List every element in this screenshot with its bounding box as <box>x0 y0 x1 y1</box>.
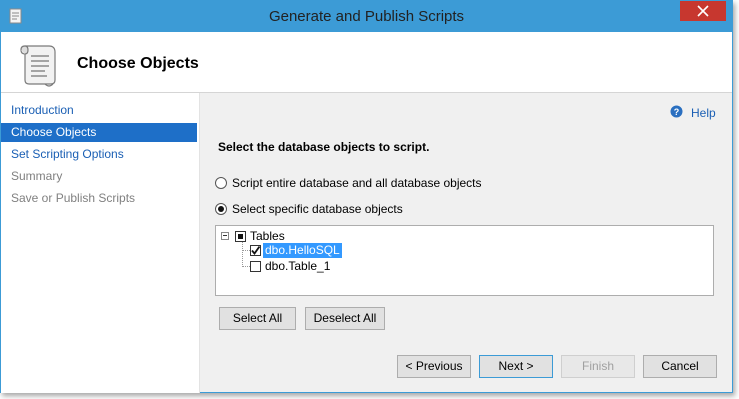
tree-node-tables[interactable]: Tables <box>250 229 285 244</box>
nav-item-set-scripting-options[interactable]: Set Scripting Options <box>1 145 197 164</box>
deselect-all-button[interactable]: Deselect All <box>305 307 385 330</box>
tables-checkbox[interactable] <box>235 231 246 242</box>
wizard-header: Choose Objects <box>1 32 732 93</box>
nav-item-summary: Summary <box>11 169 63 183</box>
finish-button: Finish <box>561 355 635 378</box>
tree-node-hellosql[interactable]: dbo.HelloSQL <box>263 243 342 258</box>
page-title: Choose Objects <box>77 55 199 72</box>
dialog-window: Generate and Publish Scripts Choose Obje… <box>0 0 733 393</box>
instruction-text: Select the database objects to script. <box>218 140 430 154</box>
nav-item-introduction[interactable]: Introduction <box>1 101 197 120</box>
collapse-toggle[interactable] <box>221 232 229 240</box>
hellosql-checkbox[interactable] <box>250 245 261 256</box>
tree-node-table-1[interactable]: dbo.Table_1 <box>265 259 330 274</box>
radio-label: Script entire database and all database … <box>232 176 482 190</box>
checkmark-icon <box>251 245 261 255</box>
nav-item-choose-objects[interactable]: Choose Objects <box>1 123 197 142</box>
title-bar[interactable]: Generate and Publish Scripts <box>1 1 732 32</box>
help-link[interactable]: Help <box>691 106 716 120</box>
tree-connector <box>242 250 250 251</box>
cancel-button[interactable]: Cancel <box>643 355 717 378</box>
object-tree[interactable]: Tables dbo.HelloSQL dbo.Table_1 <box>215 225 714 296</box>
scroll-icon <box>20 45 56 87</box>
close-button[interactable] <box>680 1 726 21</box>
close-icon <box>697 5 709 17</box>
table1-checkbox[interactable] <box>250 261 261 272</box>
next-button[interactable]: Next > <box>479 355 553 378</box>
help-icon[interactable]: ? <box>670 105 683 118</box>
tree-connector <box>242 266 250 267</box>
radio-label: Select specific database objects <box>232 202 403 216</box>
tree-connector <box>242 241 243 267</box>
select-all-button[interactable]: Select All <box>219 307 296 330</box>
nav-item-save-or-publish: Save or Publish Scripts <box>11 191 136 205</box>
radio-button[interactable] <box>215 177 227 189</box>
radio-button[interactable] <box>215 203 227 215</box>
svg-text:?: ? <box>674 107 680 117</box>
window-title: Generate and Publish Scripts <box>268 8 465 25</box>
previous-button[interactable]: < Previous <box>397 355 471 378</box>
wizard-nav: Introduction Choose Objects Set Scriptin… <box>1 93 200 393</box>
